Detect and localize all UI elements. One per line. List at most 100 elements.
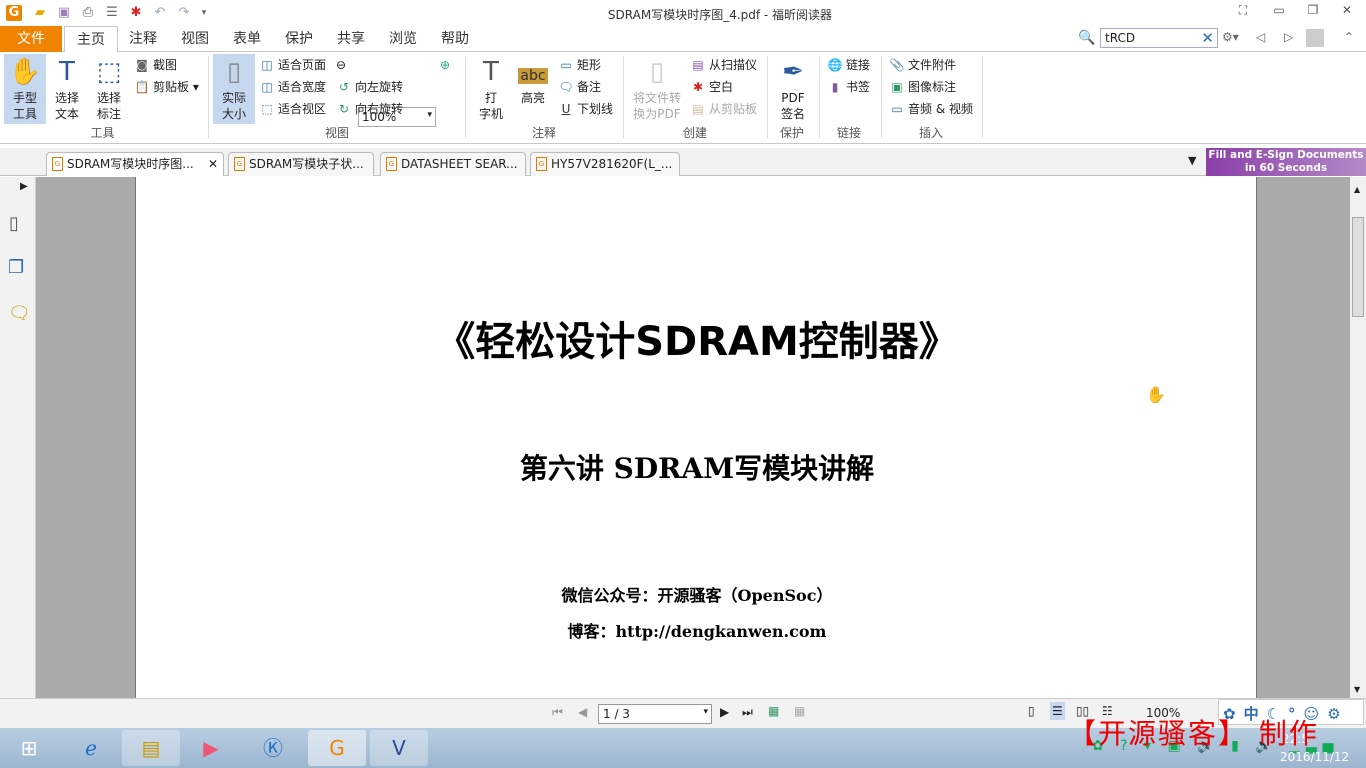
label: 将文件转 换为PDF	[632, 91, 681, 121]
tab-file[interactable]: 文件	[0, 26, 62, 52]
hand-cursor-icon: ✋	[1146, 385, 1166, 404]
page-number-select[interactable]: 1 / 3 ▾	[598, 704, 712, 724]
label: PDF 签名	[780, 91, 805, 121]
next-page-icon[interactable]: ▶	[720, 705, 729, 719]
divider	[982, 56, 983, 138]
label: 手型 工具	[12, 91, 37, 121]
tab-home[interactable]: 主页	[64, 26, 118, 53]
pages-panel-icon[interactable]: ❐	[8, 257, 24, 278]
fit-page-button[interactable]: ◫ 适合页面	[259, 55, 326, 75]
fullscreen-icon[interactable]: ⛶	[1228, 3, 1258, 21]
restore-button[interactable]: ❐	[1298, 3, 1328, 21]
next-result-icon[interactable]: ▷	[1284, 30, 1293, 44]
paperclip-icon: 📎	[889, 58, 905, 72]
pdf-sign-button[interactable]: ✒ PDF 签名	[772, 54, 814, 124]
image-annotation-button[interactable]: ▣ 图像标注	[889, 77, 956, 97]
vertical-scrollbar[interactable]: ▲ ▼	[1350, 177, 1366, 698]
label: 链接	[846, 58, 871, 72]
clipboard-button[interactable]: 📋 剪贴板 ▾	[134, 77, 199, 97]
tab-view[interactable]: 视图	[170, 26, 220, 52]
bookmark-button[interactable]: ▮ 书签	[827, 77, 870, 97]
select-annotation-button[interactable]: ⬚ 选择 标注	[88, 54, 130, 124]
promo-line2: in 60 Seconds	[1244, 162, 1328, 174]
from-scanner-button[interactable]: ▤ 从扫描仪	[690, 55, 757, 75]
zoom-out-icon[interactable]: ⊖	[336, 55, 346, 75]
next-view-icon[interactable]: ▦	[794, 704, 805, 718]
close-button[interactable]: ✕	[1332, 3, 1362, 21]
promo-banner[interactable]: Fill and E-Sign Documents in 60 Seconds	[1206, 148, 1366, 176]
collapse-ribbon-icon[interactable]: ⌃	[1344, 30, 1354, 44]
tab-label: HY57V281620F(L_...	[551, 157, 673, 171]
scroll-up-icon[interactable]: ▲	[1354, 185, 1360, 194]
fit-visible-icon: ⬚	[261, 102, 273, 116]
close-tab-icon[interactable]: ✕	[208, 153, 218, 175]
comments-panel-icon[interactable]: 🗨	[8, 303, 31, 324]
search-input[interactable]: tRCD ✕	[1100, 28, 1218, 48]
explorer-icon[interactable]: ▤	[122, 730, 180, 766]
prev-result-icon[interactable]: ◁	[1256, 30, 1265, 44]
clock-date[interactable]: 2016/11/12	[1280, 750, 1349, 764]
doc-tab[interactable]: G DATASHEET SEAR...	[380, 152, 526, 176]
settings-icon[interactable]: ⚙▾	[1222, 30, 1239, 44]
user-avatar[interactable]	[1306, 29, 1324, 47]
tab-help[interactable]: 帮助	[430, 26, 480, 52]
search-folder-icon[interactable]: 🔍	[1078, 30, 1095, 46]
blank-button[interactable]: ✱ 空白	[690, 77, 733, 97]
first-page-icon[interactable]: ⏮	[552, 705, 563, 720]
wechat-account: 微信公众号：开源骚客（OpenSoc）	[561, 586, 833, 605]
select-text-button[interactable]: T 选择 文本	[46, 54, 88, 124]
scrollbar-thumb[interactable]	[1352, 217, 1364, 317]
tab-browse[interactable]: 浏览	[378, 26, 428, 52]
from-clipboard-button[interactable]: ▤ 从剪贴板	[690, 99, 757, 119]
highlight-button[interactable]: abc 高亮	[512, 54, 554, 124]
start-button[interactable]: ⊞	[2, 730, 56, 766]
convert-to-pdf-button[interactable]: ▯ 将文件转 换为PDF	[630, 54, 684, 124]
tab-share[interactable]: 共享	[326, 26, 376, 52]
single-page-icon[interactable]: ▯	[1028, 704, 1035, 718]
tab-list-dropdown-icon[interactable]: ▼	[1188, 154, 1196, 167]
minimize-button[interactable]: ▭	[1264, 3, 1294, 21]
rotate-left-button[interactable]: ↺ 向左旋转	[336, 77, 403, 97]
audio-video-button[interactable]: ▭ 音频 & 视频	[889, 99, 973, 119]
expand-panel-icon[interactable]: ▶	[20, 181, 28, 192]
typewriter-button[interactable]: T 打 字机	[470, 54, 512, 124]
clear-search-icon[interactable]: ✕	[1201, 29, 1214, 47]
label: 空白	[709, 80, 734, 94]
actual-size-button[interactable]: ▯ 实际 大小	[213, 54, 255, 124]
pdf-icon: G	[386, 157, 397, 171]
tab-comment[interactable]: 注释	[118, 26, 168, 52]
zoom-in-icon[interactable]: ⊕	[440, 55, 450, 75]
scroll-down-icon[interactable]: ▼	[1354, 685, 1360, 694]
rectangle-button[interactable]: ▭ 矩形	[558, 55, 601, 75]
link-button[interactable]: 🌐 链接	[827, 55, 871, 75]
visio-icon[interactable]: V	[370, 730, 428, 766]
doc-tab[interactable]: G SDRAM写模块时序图... ✕	[46, 152, 224, 176]
rotate-left-icon: ↺	[338, 80, 350, 94]
foxit-reader-icon[interactable]: G	[308, 730, 366, 766]
bookmarks-panel-icon[interactable]: ▯	[9, 213, 19, 234]
snapshot-button[interactable]: ◙ 截图	[134, 55, 177, 75]
tab-form[interactable]: 表单	[222, 26, 272, 52]
underline-button[interactable]: U 下划线	[558, 99, 613, 119]
note-button[interactable]: 🗨 备注	[558, 77, 601, 97]
last-page-icon[interactable]: ⏭	[742, 705, 753, 720]
title-bar: G ▰ ▣ ⎙ ☰ ✱ ↶ ↷ ▾ SDRAM写模块时序图_4.pdf - 福昕…	[0, 0, 1366, 26]
label: 高亮	[520, 91, 545, 105]
file-attachment-button[interactable]: 📎 文件附件	[889, 55, 957, 75]
fit-width-button[interactable]: ◫ 适合宽度	[259, 77, 326, 97]
doc-tab[interactable]: G HY57V281620F(L_...	[530, 152, 680, 176]
hand-tool-button[interactable]: ✋ 手型 工具	[4, 54, 46, 124]
clipboard-icon: 📋	[134, 80, 150, 94]
watermark: 【开源骚客】 制作	[1068, 717, 1319, 750]
continuous-page-icon[interactable]: ☰	[1050, 702, 1065, 720]
prev-page-icon[interactable]: ◀	[578, 705, 587, 719]
rotate-right-button[interactable]: ↻ 向右旋转	[336, 99, 403, 119]
previous-view-icon[interactable]: ▦	[768, 704, 779, 718]
kugou-icon[interactable]: Ⓚ	[244, 730, 302, 766]
media-player-icon[interactable]: ▶	[182, 730, 240, 766]
ie-icon[interactable]: ℯ	[62, 730, 120, 766]
tab-protect[interactable]: 保护	[274, 26, 324, 52]
doc-tab[interactable]: G SDRAM写模块子状...	[228, 152, 374, 176]
fit-visible-button[interactable]: ⬚ 适合视区	[259, 99, 326, 119]
globe-link-icon: 🌐	[827, 58, 843, 72]
